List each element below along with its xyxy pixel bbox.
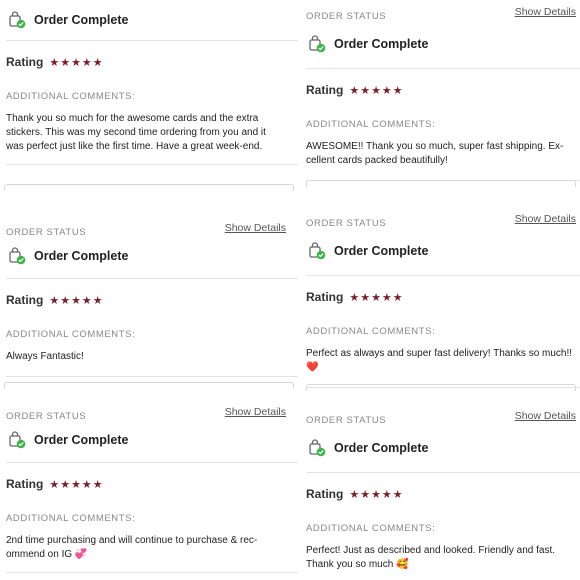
show-details-link[interactable]: Show Details [515,213,576,225]
rating-label: Rating [306,290,344,304]
order-card: ORDER STATUS Show Details Order Complete… [306,213,580,388]
rating-row: Rating ★★★★★ [306,81,580,99]
right-screenshot-column: ORDER STATUS Show Details Order Complete… [302,0,580,580]
order-status-row: Order Complete [6,246,298,266]
five-star-rating-icon: ★★★★★ [49,294,104,307]
divider [6,462,298,463]
show-details-link[interactable]: Show Details [515,410,576,422]
additional-comments-label: ADDITIONAL COMMENTS: [306,119,436,130]
rating-row: Rating ★★★★★ [6,475,298,493]
order-status-row: Order Complete [6,10,298,30]
order-status-label: ORDER STATUS [306,11,387,22]
review-comment: Always Fantastic! [6,351,84,362]
order-card: ORDER STATUS Show Details Order Complete… [6,406,298,573]
card-border [306,180,576,187]
order-card: ORDER STATUS Show Details Order Complete… [306,410,580,572]
additional-comments-label: ADDITIONAL COMMENTS: [6,329,136,340]
rating-label: Rating [306,83,344,97]
card-border [4,184,294,191]
rating-label: Rating [6,55,44,69]
shopping-bag-check-icon [308,439,326,457]
review-comment: Thank you so much for the awesome cards … [6,113,269,152]
divider [6,376,298,377]
additional-comments-label: ADDITIONAL COMMENTS: [6,513,136,524]
additional-comments-label: ADDITIONAL COMMENTS: [306,326,436,337]
order-status-header: ORDER STATUS Show Details [306,213,580,229]
order-status-label: ORDER STATUS [6,411,87,422]
divider [306,68,580,69]
five-star-rating-icon: ★★★★★ [49,478,104,491]
five-star-rating-icon: ★★★★★ [349,488,404,501]
rating-row: Rating ★★★★★ [306,288,580,306]
rating-label: Rating [6,477,44,491]
rating-label: Rating [306,487,344,501]
order-status-row: Order Complete [306,241,580,261]
divider [6,164,298,165]
divider [306,275,580,276]
order-status-label: ORDER STATUS [306,218,387,229]
order-status-row: Order Complete [306,438,580,458]
show-details-link[interactable]: Show Details [225,222,286,234]
left-screenshot-column: Order Complete Rating ★★★★★ ADDITIONAL C… [0,0,298,580]
order-complete-text: Order Complete [334,37,429,51]
shopping-bag-check-icon [308,242,326,260]
order-status-label: ORDER STATUS [6,227,87,238]
divider [6,278,298,279]
order-status-label: ORDER STATUS [306,415,387,426]
divider [6,40,298,41]
five-star-rating-icon: ★★★★★ [349,84,404,97]
order-status-header: ORDER STATUS Show Details [6,406,298,422]
order-complete-text: Order Complete [34,433,129,447]
review-comment: AWESOME!! Thank you so much, super fast … [306,141,564,166]
order-complete-text: Order Complete [34,13,129,27]
divider [6,572,298,573]
order-status-header: ORDER STATUS Show Details [6,222,298,238]
review-comment: Perfect as always and super fast deliver… [306,348,575,373]
card-border [306,384,576,391]
order-card: ORDER STATUS Show Details Order Complete… [6,222,298,377]
order-card: ORDER STATUS Show Details Order Complete… [306,6,580,181]
rating-row: Rating ★★★★★ [6,291,298,309]
additional-comments-label: ADDITIONAL COMMENTS: [306,523,436,534]
review-comment: Perfect! Just as described and looked. F… [306,545,558,570]
order-status-header: ORDER STATUS Show Details [306,6,580,22]
additional-comments-label: ADDITIONAL COMMENTS: [6,91,136,102]
divider [306,472,580,473]
shopping-bag-check-icon [8,247,26,265]
order-card: Order Complete Rating ★★★★★ ADDITIONAL C… [6,10,298,165]
rating-row: Rating ★★★★★ [6,53,298,71]
shopping-bag-check-icon [8,431,26,449]
five-star-rating-icon: ★★★★★ [49,56,104,69]
shopping-bag-check-icon [308,35,326,53]
order-status-row: Order Complete [306,34,580,54]
review-comment: 2nd time purchasing and will continue to… [6,535,258,560]
order-complete-text: Order Complete [34,249,129,263]
five-star-rating-icon: ★★★★★ [349,291,404,304]
order-status-row: Order Complete [6,430,298,450]
shopping-bag-check-icon [8,11,26,29]
rating-label: Rating [6,293,44,307]
card-border [4,382,294,389]
show-details-link[interactable]: Show Details [515,6,576,18]
order-status-header: ORDER STATUS Show Details [306,410,580,426]
order-complete-text: Order Complete [334,441,429,455]
rating-row: Rating ★★★★★ [306,485,580,503]
order-complete-text: Order Complete [334,244,429,258]
show-details-link[interactable]: Show Details [225,406,286,418]
